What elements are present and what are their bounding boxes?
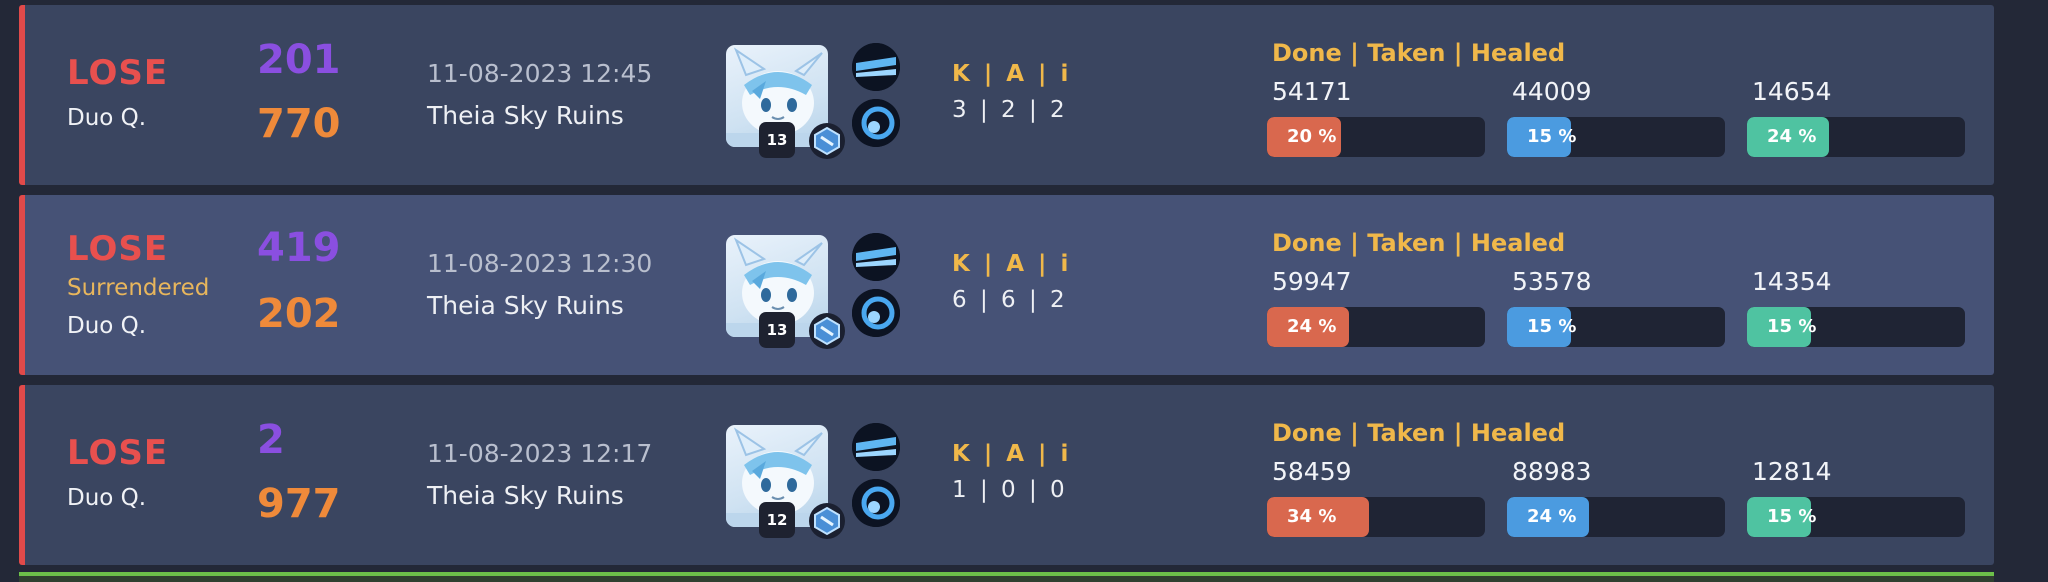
healed-bar: 15 %	[1747, 497, 1965, 537]
healed-percent: 24 %	[1767, 126, 1817, 147]
match-date: 11-08-2023 12:45	[427, 59, 653, 88]
next-match-row-edge	[19, 572, 1994, 582]
team-score-purple: 419	[257, 225, 341, 271]
kai-values: 1 | 0 | 0	[952, 477, 1068, 503]
healed-bar: 15 %	[1747, 307, 1965, 347]
team-score-orange: 977	[257, 481, 341, 527]
damage-done-bar: 24 %	[1267, 307, 1485, 347]
match-map: Theia Sky Ruins	[427, 101, 624, 130]
damage-taken-value: 44009	[1512, 77, 1592, 106]
match-row[interactable]: LOSE Duo Q. 2 977 11-08-2023 12:17 Theia…	[19, 385, 1994, 565]
match-row[interactable]: LOSE Duo Q. 201 770 11-08-2023 12:45 The…	[19, 5, 1994, 185]
match-status: Surrendered	[67, 275, 210, 301]
team-score-purple: 2	[257, 417, 285, 463]
kai-header: K | A | i	[952, 61, 1072, 87]
match-map: Theia Sky Ruins	[427, 481, 624, 510]
stats-header: Done | Taken | Healed	[1272, 229, 1566, 257]
healed-value: 14654	[1752, 77, 1832, 106]
damage-taken-bar: 24 %	[1507, 497, 1725, 537]
damage-taken-bar: 15 %	[1507, 117, 1725, 157]
stats-header: Done | Taken | Healed	[1272, 39, 1566, 67]
match-result: LOSE	[67, 433, 169, 473]
damage-done-percent: 20 %	[1287, 126, 1337, 147]
match-result: LOSE	[67, 53, 169, 93]
healed-bar: 24 %	[1747, 117, 1965, 157]
match-mode: Duo Q.	[67, 313, 147, 339]
kai-header: K | A | i	[952, 251, 1072, 277]
damage-done-percent: 24 %	[1287, 316, 1337, 337]
damage-done-value: 59947	[1272, 267, 1352, 296]
healed-percent: 15 %	[1767, 316, 1817, 337]
match-row[interactable]: LOSE Surrendered Duo Q. 419 202 11-08-20…	[19, 195, 1994, 375]
match-mode: Duo Q.	[67, 105, 147, 131]
team-score-orange: 770	[257, 101, 341, 147]
kai-header: K | A | i	[952, 441, 1072, 467]
damage-done-percent: 34 %	[1287, 506, 1337, 527]
match-result: LOSE	[67, 229, 169, 269]
match-date: 11-08-2023 12:30	[427, 249, 653, 278]
held-item-icon	[809, 313, 845, 349]
kai-values: 6 | 6 | 2	[952, 287, 1068, 313]
damage-taken-percent: 15 %	[1527, 316, 1577, 337]
move-ice-shard-icon	[852, 233, 900, 281]
held-item-icon	[809, 503, 845, 539]
move-avalanche-icon	[852, 99, 900, 147]
healed-value: 14354	[1752, 267, 1832, 296]
damage-done-bar: 20 %	[1267, 117, 1485, 157]
match-map: Theia Sky Ruins	[427, 291, 624, 320]
held-item-icon	[809, 123, 845, 159]
damage-done-value: 58459	[1272, 457, 1352, 486]
match-mode: Duo Q.	[67, 485, 147, 511]
damage-taken-percent: 15 %	[1527, 126, 1577, 147]
move-ice-shard-icon	[852, 423, 900, 471]
damage-taken-bar: 15 %	[1507, 307, 1725, 347]
move-avalanche-icon	[852, 289, 900, 337]
stats-header: Done | Taken | Healed	[1272, 419, 1566, 447]
healed-percent: 15 %	[1767, 506, 1817, 527]
damage-taken-percent: 24 %	[1527, 506, 1577, 527]
move-ice-shard-icon	[852, 43, 900, 91]
healed-value: 12814	[1752, 457, 1832, 486]
damage-taken-value: 88983	[1512, 457, 1592, 486]
match-date: 11-08-2023 12:17	[427, 439, 653, 468]
team-score-orange: 202	[257, 291, 341, 337]
team-score-purple: 201	[257, 37, 341, 83]
damage-done-bar: 34 %	[1267, 497, 1485, 537]
kai-values: 3 | 2 | 2	[952, 97, 1068, 123]
pokemon-level-badge: 13	[759, 312, 795, 348]
damage-taken-value: 53578	[1512, 267, 1592, 296]
pokemon-level-badge: 12	[759, 502, 795, 538]
damage-done-value: 54171	[1272, 77, 1352, 106]
move-avalanche-icon	[852, 479, 900, 527]
pokemon-level-badge: 13	[759, 122, 795, 158]
